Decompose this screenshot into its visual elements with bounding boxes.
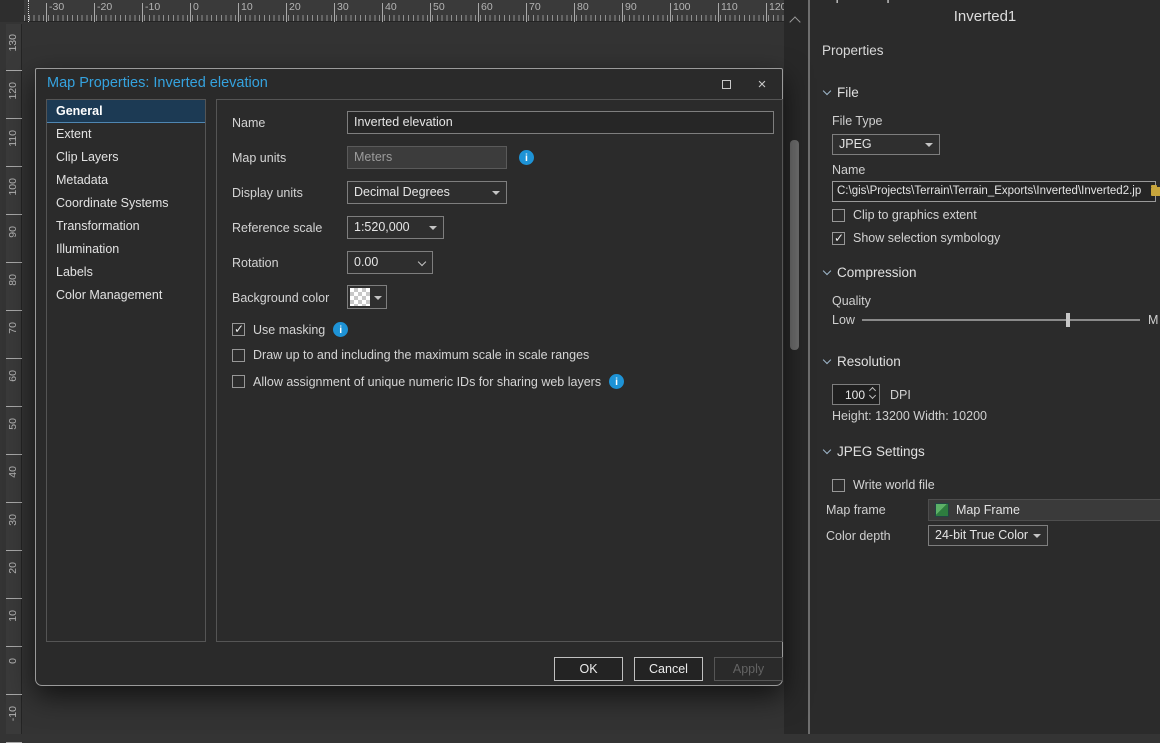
quality-low-label: Low [832,313,855,327]
pane-header-clipped: Export Map [818,0,1018,5]
map-properties-dialog: Map Properties: Inverted elevation × Gen… [35,68,783,686]
jpeg-settings-section-header[interactable]: JPEG Settings [824,444,925,459]
cancel-button[interactable]: Cancel [634,657,703,681]
color-depth-dropdown[interactable]: 24-bit True Color [928,525,1048,546]
map-name-input[interactable]: Inverted elevation [347,111,774,134]
show-selection-row[interactable]: Show selection symbology [832,231,1000,245]
scrollbar-gutter [784,0,808,734]
dialog-sidebar: General Extent Clip Layers Metadata Coor… [46,99,206,642]
clip-graphics-checkbox[interactable] [832,209,845,222]
map-units-info-icon[interactable]: i [519,150,534,165]
chevron-down-icon [429,226,437,230]
export-item-title: Inverted1 [810,8,1160,25]
use-masking-checkbox[interactable] [232,323,245,336]
general-settings-panel: Name Inverted elevation Map units Meters… [216,99,783,642]
spinner-arrows-icon[interactable] [870,388,875,398]
quality-slider-thumb[interactable] [1066,313,1070,327]
output-size-text: Height: 13200 Width: 10200 [832,409,987,423]
file-type-label: File Type [832,114,883,128]
ruler-corner [0,0,24,22]
chevron-down-icon [823,267,831,275]
file-name-label: Name [832,163,865,177]
transparent-color-swatch [350,288,370,306]
ok-button[interactable]: OK [554,657,623,681]
dpi-label: DPI [890,388,911,402]
chevron-down-icon [925,143,933,147]
name-field-label: Name [232,116,265,130]
draw-max-scale-checkbox[interactable] [232,349,245,362]
file-section-header[interactable]: File [824,85,859,100]
chevron-down-icon [823,446,831,454]
sidebar-item-color-management[interactable]: Color Management [47,284,205,307]
chevron-down-icon [374,296,382,300]
unique-ids-checkbox[interactable] [232,375,245,388]
export-pane: Export Map Inverted1 Properties File Fil… [808,0,1160,734]
background-color-picker[interactable] [347,285,387,309]
show-selection-checkbox[interactable] [832,232,845,245]
ruler-origin-marker [28,0,29,22]
write-world-file-checkbox[interactable] [832,479,845,492]
map-units-label: Map units [232,151,286,165]
sidebar-item-transformation[interactable]: Transformation [47,215,205,238]
quality-max-label: M [1148,313,1158,327]
resolution-section-header[interactable]: Resolution [824,354,901,369]
display-units-label: Display units [232,186,303,200]
background-color-label: Background color [232,291,329,305]
quality-label: Quality [832,294,871,308]
use-masking-row[interactable]: Use masking i [232,322,348,337]
chevron-down-icon [823,87,831,95]
chevron-down-icon [418,258,426,266]
clip-graphics-row[interactable]: Clip to graphics extent [832,208,977,222]
color-depth-label: Color depth [826,529,891,543]
file-type-dropdown[interactable]: JPEG [832,134,940,155]
compression-section-header[interactable]: Compression [824,265,917,280]
sidebar-item-illumination[interactable]: Illumination [47,238,205,261]
reference-scale-label: Reference scale [232,221,322,235]
chevron-down-icon [823,356,831,364]
write-world-file-row[interactable]: Write world file [832,478,935,492]
map-frame-dropdown[interactable]: Map Frame [928,499,1160,521]
quality-slider-track[interactable] [862,319,1140,321]
close-icon[interactable]: × [754,76,770,92]
file-path-input[interactable]: C:\gis\Projects\Terrain\Terrain_Exports\… [832,181,1156,202]
reference-scale-dropdown[interactable]: 1:520,000 [347,216,444,239]
sidebar-item-general[interactable]: General [47,100,205,123]
sidebar-item-clip-layers[interactable]: Clip Layers [47,146,205,169]
unique-ids-row[interactable]: Allow assignment of unique numeric IDs f… [232,374,624,389]
maximize-icon[interactable] [718,76,734,92]
dpi-spinner[interactable]: 100 [832,384,880,405]
map-frame-icon [935,503,949,517]
sidebar-item-labels[interactable]: Labels [47,261,205,284]
vertical-ruler: 1301201101009080706050403020100-10 [6,24,22,734]
scroll-up-arrow-icon[interactable] [789,16,800,27]
display-units-dropdown[interactable]: Decimal Degrees [347,181,507,204]
map-frame-label: Map frame [826,503,886,517]
map-units-input: Meters [347,146,507,169]
rotation-label: Rotation [232,256,279,270]
chevron-down-icon [1033,534,1041,538]
dialog-title: Map Properties: Inverted elevation [47,75,268,91]
browse-folder-icon[interactable] [1151,187,1160,196]
unique-ids-info-icon[interactable]: i [609,374,624,389]
horizontal-ruler: -30-20-100102030405060708090100110120 [24,0,790,22]
vertical-scrollbar-thumb[interactable] [790,140,799,350]
chevron-down-icon [492,191,500,195]
rotation-combobox[interactable]: 0.00 [347,251,433,274]
draw-max-scale-row[interactable]: Draw up to and including the maximum sca… [232,348,589,362]
sidebar-item-metadata[interactable]: Metadata [47,169,205,192]
sidebar-item-extent[interactable]: Extent [47,123,205,146]
apply-button: Apply [714,657,783,681]
use-masking-info-icon[interactable]: i [333,322,348,337]
sidebar-item-coordinate-systems[interactable]: Coordinate Systems [47,192,205,215]
properties-label: Properties [822,43,884,58]
